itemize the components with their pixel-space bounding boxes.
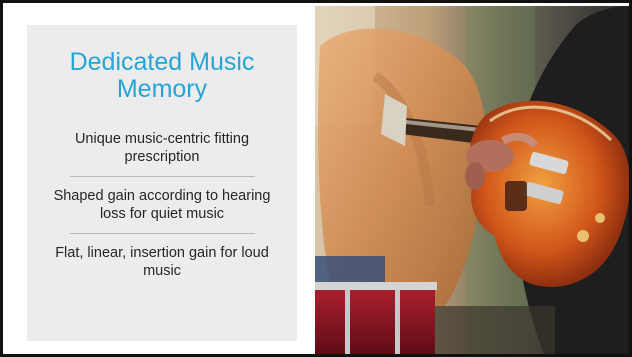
bullet-1: Unique music-centric fitting prescriptio…: [74, 131, 250, 165]
guitar-player-photo: [315, 6, 629, 354]
text-panel: Dedicated Music Memory Unique music-cent…: [27, 25, 297, 341]
slide: Dedicated Music Memory Unique music-cent…: [0, 0, 632, 357]
divider-1: [69, 176, 255, 177]
divider-2: [69, 233, 255, 234]
slide-title: Dedicated Music Memory: [69, 48, 255, 103]
bullet-3: Flat, linear, insertion gain for loud mu…: [55, 245, 269, 279]
bullet-2: Shaped gain according to hearing loss fo…: [53, 188, 271, 222]
